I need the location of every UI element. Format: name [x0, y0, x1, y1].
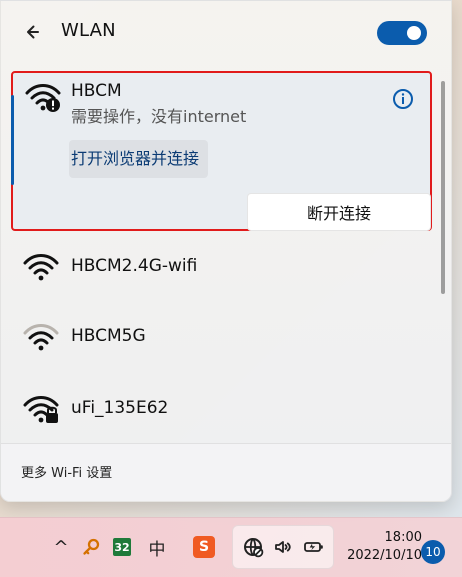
app-32-icon: 32 — [113, 538, 131, 556]
wifi-warning-icon — [25, 84, 61, 112]
wlan-footer: 更多 Wi-Fi 设置 — [1, 443, 451, 501]
wifi-lock-icon — [23, 396, 59, 423]
show-hidden-icons-button[interactable]: ^ — [50, 532, 72, 562]
sogou-label: S — [198, 539, 210, 555]
clock-time: 18:00 — [384, 530, 422, 545]
wlan-flyout: WLAN HBCM 需要操作，没有internet 打开浏览器并连接 断开连接 … — [0, 0, 452, 502]
disconnect-button[interactable]: 断开连接 — [247, 193, 431, 231]
date-time[interactable]: 18:00 2022/10/10 — [332, 525, 422, 567]
quick-settings-button[interactable] — [232, 525, 334, 569]
wifi-icon — [23, 254, 59, 281]
more-wifi-settings-link[interactable]: 更多 Wi-Fi 设置 — [21, 462, 112, 481]
app-32-label: 32 — [114, 540, 130, 554]
network-list: HBCM 需要操作，没有internet 打开浏览器并连接 断开连接 HBCM2… — [1, 65, 451, 440]
network-no-internet-icon — [241, 535, 265, 559]
network-name: uFi_135E62 — [71, 398, 169, 418]
key-tray-button[interactable] — [80, 532, 102, 562]
volume-icon — [271, 535, 295, 559]
network-item[interactable]: uFi_135E62 — [13, 379, 434, 439]
network-item-selected[interactable]: HBCM 需要操作，没有internet 打开浏览器并连接 断开连接 — [11, 71, 432, 231]
wlan-toggle[interactable] — [377, 21, 427, 45]
info-icon — [393, 89, 413, 109]
network-item[interactable]: HBCM2.4G-wifi — [13, 237, 434, 297]
sogou-icon: S — [193, 536, 215, 558]
key-icon — [83, 538, 100, 555]
page-title: WLAN — [61, 20, 116, 41]
sogou-ime-button[interactable]: S — [190, 532, 218, 562]
ime-label: 中 — [148, 539, 166, 560]
notification-badge[interactable]: 10 — [421, 540, 445, 564]
wifi-icon — [23, 324, 59, 351]
network-name: HBCM2.4G-wifi — [71, 256, 198, 276]
clock-date: 2022/10/10 — [347, 548, 422, 563]
notification-count: 10 — [425, 545, 441, 559]
wlan-header: WLAN — [1, 1, 451, 65]
network-name: HBCM — [71, 81, 122, 101]
network-name: HBCM5G — [71, 326, 146, 346]
back-button[interactable] — [19, 19, 45, 45]
network-status: 需要操作，没有internet — [71, 107, 247, 126]
info-button[interactable] — [391, 87, 415, 111]
back-arrow-icon — [27, 25, 39, 39]
toggle-knob — [407, 26, 421, 40]
selected-accent — [11, 95, 14, 185]
open-browser-and-connect-button[interactable]: 打开浏览器并连接 — [69, 140, 208, 178]
taskbar: ^ 32 中 S 18:00 2022/10/10 10 — [0, 517, 462, 577]
network-item[interactable]: HBCM5G — [13, 307, 434, 367]
chevron-up-icon: ^ — [53, 536, 69, 558]
ime-indicator[interactable]: 中 — [145, 532, 169, 562]
battery-charging-icon — [301, 535, 325, 559]
tray-app-32[interactable]: 32 — [112, 532, 132, 562]
network-list-scrollbar[interactable] — [441, 81, 445, 294]
